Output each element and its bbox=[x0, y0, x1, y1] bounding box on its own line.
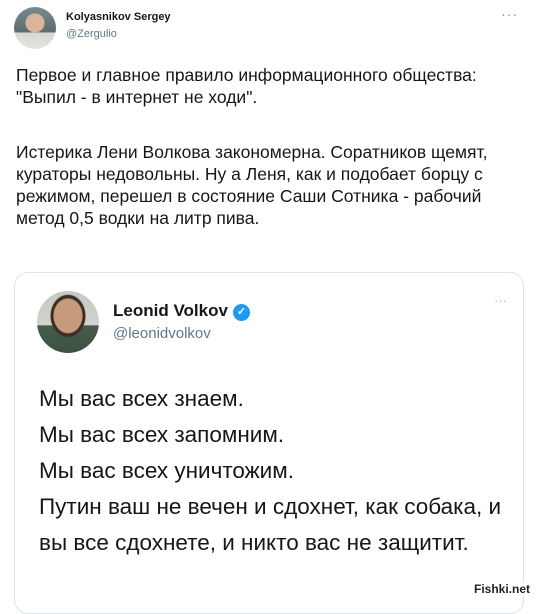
verified-badge-icon: ✓ bbox=[232, 304, 250, 321]
tweet-text-paragraph-1: Первое и главное правило информационного… bbox=[16, 65, 482, 107]
quoted-tweet-text: Мы вас всех знаем. Мы вас всех запомним.… bbox=[39, 386, 502, 555]
author-avatar[interactable] bbox=[14, 7, 56, 49]
tweet: Kolyasnikov Sergey @Zergulio ··· Первое … bbox=[0, 0, 536, 614]
more-options-icon[interactable]: ··· bbox=[501, 6, 518, 22]
quoted-author-avatar[interactable] bbox=[37, 291, 99, 353]
quoted-tweet[interactable]: Leonid Volkov ✓ @leonidvolkov ··· Мы вас … bbox=[14, 272, 524, 614]
quoted-author-name[interactable]: Leonid Volkov ✓ bbox=[113, 301, 250, 321]
quoted-author-name-text: Leonid Volkov bbox=[113, 301, 228, 320]
tweet-text-paragraph-2: Истерика Лени Волкова закономерна. Сорат… bbox=[16, 142, 493, 228]
watermark: Fishki.net bbox=[471, 582, 532, 596]
quoted-author-handle[interactable]: @leonidvolkov bbox=[113, 325, 211, 342]
author-handle[interactable]: @Zergulio bbox=[66, 28, 117, 40]
author-name[interactable]: Kolyasnikov Sergey bbox=[66, 11, 171, 23]
quoted-more-options-icon[interactable]: ··· bbox=[494, 293, 507, 308]
